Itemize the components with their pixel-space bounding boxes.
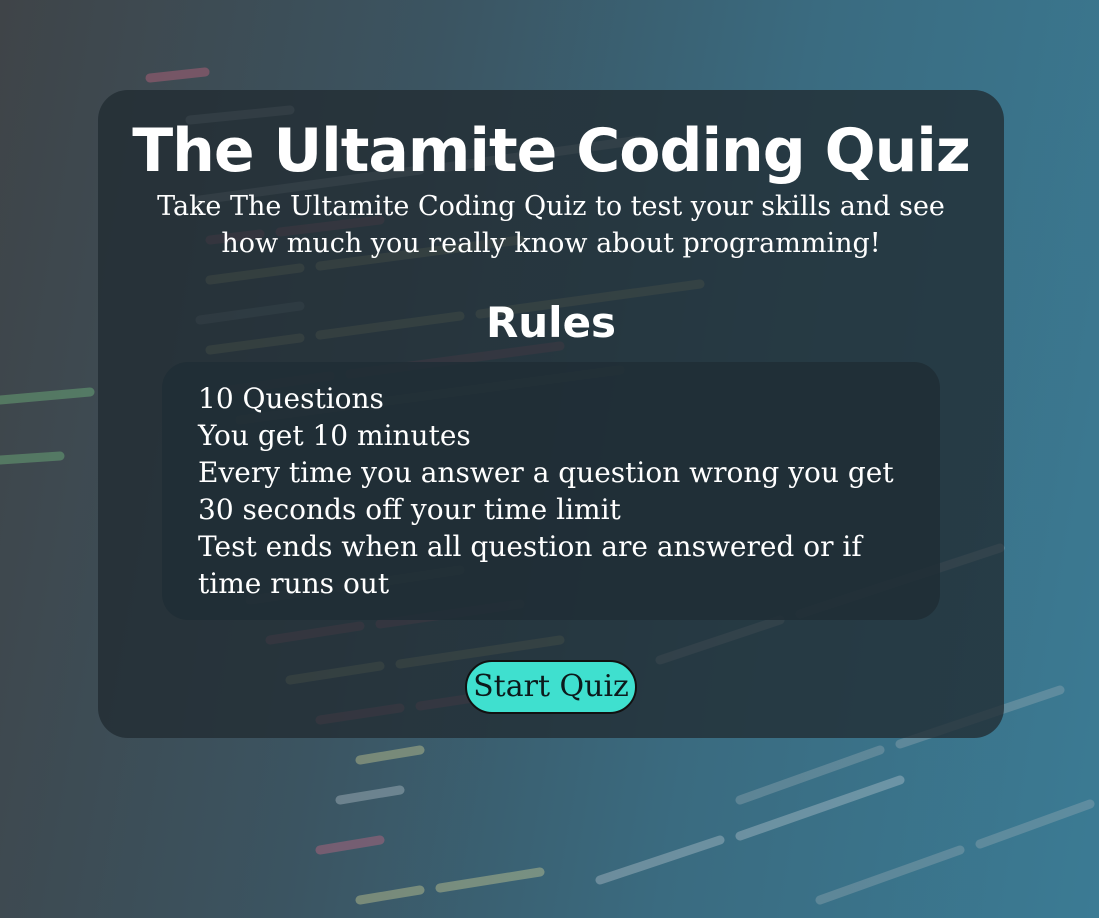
quiz-intro-card: The Ultamite Coding Quiz Take The Ultami… [98, 90, 1004, 738]
rule-item: Test ends when all question are answered… [198, 530, 862, 600]
rule-item: You get 10 minutes [198, 419, 471, 452]
rules-box: 10 Questions You get 10 minutes Every ti… [162, 362, 940, 620]
rule-item: 10 Questions [198, 382, 384, 415]
rules-heading: Rules [485, 298, 617, 347]
page-title: The Ultamite Coding Quiz [132, 116, 971, 186]
start-quiz-button[interactable]: Start Quiz [465, 660, 637, 714]
rule-item: Every time you answer a question wrong y… [198, 456, 894, 526]
rules-list: 10 Questions You get 10 minutes Every ti… [198, 380, 904, 602]
quiz-description: Take The Ultamite Coding Quiz to test yo… [157, 191, 945, 259]
